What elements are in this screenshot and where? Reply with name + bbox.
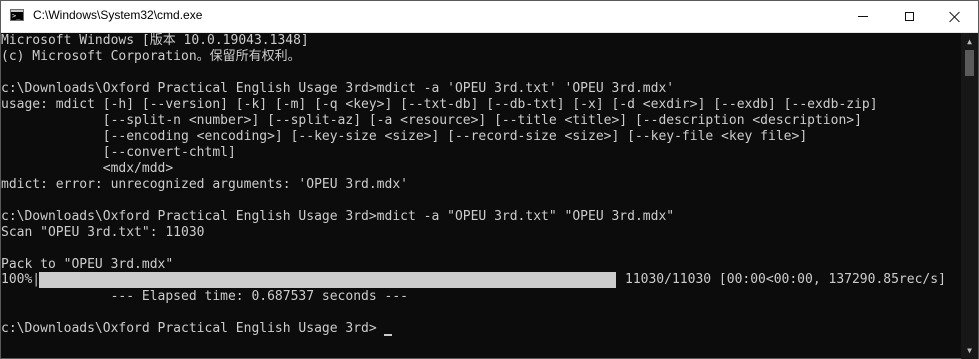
progress-stats: 11030/11030 [00:00<00:00, 137290.85rec/s… <box>625 272 946 287</box>
scrollbar-thumb[interactable] <box>965 50 974 76</box>
console-line: mdict: error: unrecognized arguments: 'O… <box>1 177 408 192</box>
progress-bar <box>39 272 616 288</box>
progress-percent: 100%| <box>1 272 41 287</box>
maximize-icon <box>904 12 914 21</box>
command-prompt[interactable]: c:\Downloads\Oxford Practical English Us… <box>1 321 377 337</box>
window-title: C:\Windows\System32\cmd.exe <box>33 8 203 22</box>
console-line: [--convert-chtml] <box>1 145 236 160</box>
title-bar[interactable]: >_ C:\Windows\System32\cmd.exe <box>1 1 978 33</box>
elapsed-time: --- Elapsed time: 0.687537 seconds --- <box>1 289 408 304</box>
scroll-up-icon[interactable]: ▲ <box>961 33 978 50</box>
text-cursor <box>384 334 392 336</box>
scroll-down-icon[interactable]: ▼ <box>961 342 978 359</box>
cmd-app-icon[interactable]: >_ <box>10 9 24 21</box>
console-line: c:\Downloads\Oxford Practical English Us… <box>1 209 675 224</box>
minimize-button[interactable] <box>840 1 886 32</box>
cmd-window: >_ C:\Windows\System32\cmd.exe Microsoft… <box>0 0 979 359</box>
console-line: usage: mdict [-h] [--version] [-k] [-m] … <box>1 97 878 112</box>
console-line: Pack to "OPEU 3rd.mdx" <box>1 257 174 272</box>
console-line: Microsoft Windows [版本 10.0.19043.1348] <box>1 33 309 48</box>
console-line: <mdx/mdd> <box>1 161 174 176</box>
console-line: (c) Microsoft Corporation。保留所有权利。 <box>1 49 301 64</box>
console-line: [--split-n <number>] [--split-az] [-a <r… <box>1 113 862 128</box>
close-icon <box>949 11 961 23</box>
close-button[interactable] <box>932 1 978 32</box>
icon-prompt: >_ <box>12 12 21 20</box>
minimize-icon <box>858 16 868 17</box>
console-line: Scan "OPEU 3rd.txt": 11030 <box>1 225 205 240</box>
vertical-scrollbar[interactable]: ▲ ▼ <box>961 33 978 359</box>
console-output[interactable]: Microsoft Windows [版本 10.0.19043.1348] (… <box>1 33 961 359</box>
console-line: [--encoding <encoding>] [--key-size <siz… <box>1 129 808 144</box>
maximize-button[interactable] <box>886 1 932 32</box>
console-line: c:\Downloads\Oxford Practical English Us… <box>1 81 675 96</box>
